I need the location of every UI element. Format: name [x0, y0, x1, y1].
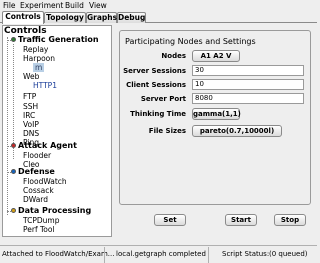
- tree-cossack[interactable]: Cossack: [23, 186, 54, 195]
- menu-experiment[interactable]: Experiment: [20, 0, 63, 11]
- traffic-dot-icon: [11, 37, 16, 42]
- tab-controls[interactable]: Controls: [2, 11, 44, 24]
- attached-status: Attached to FloodWatch/Exam...: [2, 250, 115, 258]
- thinking-time-button[interactable]: gamma(1,1): [192, 108, 241, 120]
- status-separator: [104, 247, 105, 263]
- tree-ssh[interactable]: SSH: [23, 102, 38, 111]
- menu-bar: File Experiment Build View: [0, 0, 317, 11]
- tree-web[interactable]: Web: [23, 72, 39, 81]
- tree-http1[interactable]: HTTP1: [33, 81, 57, 90]
- client-sessions-label: Client Sessions: [126, 81, 186, 89]
- tab-debug[interactable]: Debug: [117, 12, 146, 23]
- tree-defense[interactable]: Defense: [18, 167, 55, 176]
- nodes-button[interactable]: A1 A2 V: [192, 50, 240, 62]
- set-button[interactable]: Set: [154, 214, 186, 226]
- script-status-label: Script Status:: [222, 250, 270, 258]
- menu-file[interactable]: File: [3, 0, 16, 11]
- status-bar: Attached to FloodWatch/Exam... local.get…: [0, 245, 317, 263]
- tree-dward[interactable]: DWard: [23, 195, 48, 204]
- tree-traffic-generation[interactable]: Traffic Generation: [18, 35, 99, 44]
- status-separator: [208, 247, 209, 263]
- tab-topology[interactable]: Topology: [44, 12, 86, 23]
- tree-attack-agent[interactable]: Attack Agent: [18, 141, 77, 150]
- settings-panel: Participating Nodes and Settings Nodes A…: [119, 30, 311, 205]
- tree-irc[interactable]: IRC: [23, 111, 35, 120]
- stop-button[interactable]: Stop: [274, 214, 306, 226]
- tree-data-processing[interactable]: Data Processing: [18, 206, 91, 215]
- tree-ftp[interactable]: FTP: [23, 92, 36, 101]
- panel-title: Participating Nodes and Settings: [125, 37, 256, 46]
- server-sessions-label: Server Sessions: [123, 67, 186, 75]
- tree-traffic-line: [13, 44, 14, 159]
- file-sizes-button[interactable]: pareto(0.7,10000l): [192, 125, 282, 137]
- tree-floodwatch[interactable]: FloodWatch: [23, 177, 67, 186]
- tab-graphs[interactable]: Graphs: [86, 12, 117, 23]
- script-status-value: (0 queued): [269, 250, 308, 258]
- thinking-time-label: Thinking Time: [130, 110, 186, 118]
- tree-voip[interactable]: VoIP: [23, 120, 39, 129]
- start-button[interactable]: Start: [225, 214, 257, 226]
- tree-harpoon[interactable]: Harpoon: [23, 54, 55, 63]
- tree-tcpdump[interactable]: TCPDump: [23, 216, 60, 225]
- tree-perf-tool[interactable]: Perf Tool: [23, 225, 55, 234]
- menu-build[interactable]: Build: [65, 0, 84, 11]
- status-message: local.getgraph completed: [116, 250, 206, 258]
- tree-harpoon-child[interactable]: m: [33, 63, 45, 72]
- file-sizes-label: File Sizes: [148, 127, 186, 135]
- server-sessions-field[interactable]: 30: [192, 65, 304, 76]
- tab-bar: Controls Topology Graphs Debug: [0, 11, 317, 24]
- tree-dns[interactable]: DNS: [23, 129, 39, 138]
- client-sessions-field[interactable]: 10: [192, 79, 304, 90]
- tree-flooder[interactable]: Flooder: [23, 151, 51, 160]
- server-port-field[interactable]: 8080: [192, 93, 304, 104]
- menu-view[interactable]: View: [89, 0, 107, 11]
- processing-dot-icon: [11, 208, 16, 213]
- tree-replay[interactable]: Replay: [23, 45, 48, 54]
- tree-root-line: [7, 37, 8, 215]
- controls-tree[interactable]: Controls Traffic Generation Replay Harpo…: [2, 25, 112, 237]
- server-port-label: Server Port: [140, 95, 186, 103]
- defense-dot-icon: [11, 169, 16, 174]
- attack-dot-icon: [11, 143, 16, 148]
- nodes-label: Nodes: [161, 52, 186, 60]
- settings-area: Participating Nodes and Settings Nodes A…: [114, 25, 315, 237]
